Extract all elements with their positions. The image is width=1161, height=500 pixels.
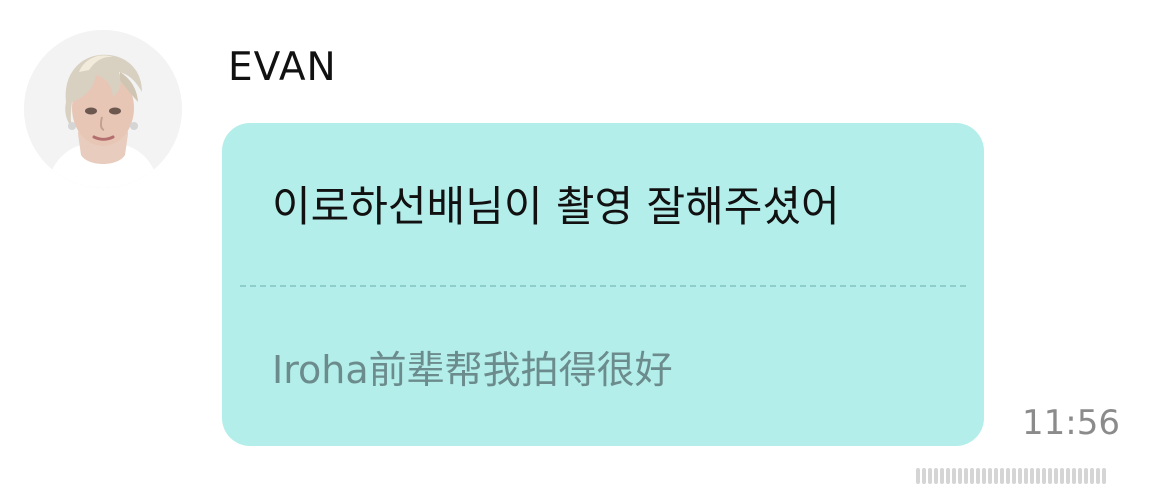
message-bubble[interactable]: 이로하선배님이 촬영 잘해주셨어 Iroha前辈帮我拍得很好	[222, 123, 984, 446]
watermark-icon-bar	[958, 468, 962, 484]
avatar-photo-icon	[24, 30, 182, 188]
watermark-icon-bar	[1102, 468, 1106, 484]
watermark-icon-bar	[1060, 468, 1064, 484]
watermark-icon-bar	[1066, 468, 1070, 484]
watermark-icon-bar	[964, 468, 968, 484]
watermark-icon-bar	[946, 468, 950, 484]
watermark-icon	[916, 462, 1156, 484]
watermark-icon-bar	[982, 468, 986, 484]
translation-message-text: Iroha前辈帮我拍得很好	[272, 348, 673, 392]
sender-avatar[interactable]	[24, 30, 182, 188]
watermark-icon-bar	[952, 468, 956, 484]
watermark-icon-bar	[1042, 468, 1046, 484]
watermark-icon-bar	[1048, 468, 1052, 484]
watermark-icon-bar	[1054, 468, 1058, 484]
watermark-icon-bar	[1090, 468, 1094, 484]
watermark-icon-bar	[928, 468, 932, 484]
watermark-icon-bar	[1036, 468, 1040, 484]
watermark-icon-bar	[922, 468, 926, 484]
chat-card: EVAN 이로하선배님이 촬영 잘해주셨어 Iroha前辈帮我拍得很好 11:5…	[0, 0, 1161, 500]
watermark-icon-bar	[1012, 468, 1016, 484]
watermark-icon-bar	[1096, 468, 1100, 484]
watermark-icon-bar	[934, 468, 938, 484]
watermark-icon-bar	[1000, 468, 1004, 484]
watermark-icon-bar	[1030, 468, 1034, 484]
watermark-icon-bar	[988, 468, 992, 484]
watermark-icon-bar	[1084, 468, 1088, 484]
watermark-icon-bar	[1078, 468, 1082, 484]
watermark-icon-bar	[976, 468, 980, 484]
message-time: 11:56	[1022, 403, 1120, 443]
watermark-icon-bar	[994, 468, 998, 484]
translation-divider	[240, 285, 966, 287]
watermark-icon-bar	[940, 468, 944, 484]
watermark-icon-bar	[1072, 468, 1076, 484]
watermark-icon-bar	[916, 468, 920, 484]
watermark-icon-bar	[1018, 468, 1022, 484]
original-message-text: 이로하선배님이 촬영 잘해주셨어	[272, 182, 840, 231]
watermark-icon-bar	[970, 468, 974, 484]
sender-name: EVAN	[228, 45, 337, 90]
watermark-icon-bar	[1024, 468, 1028, 484]
watermark-icon-bar	[1006, 468, 1010, 484]
